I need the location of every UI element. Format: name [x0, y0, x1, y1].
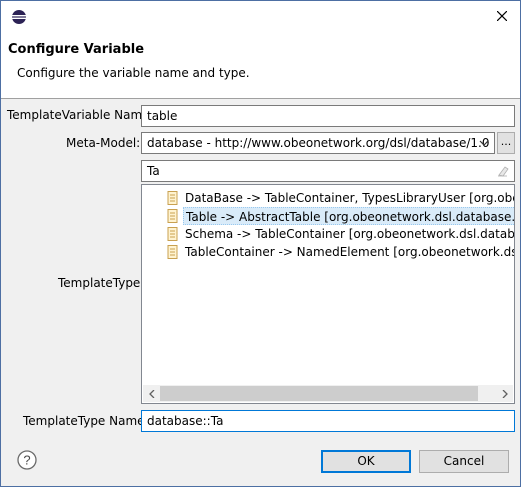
scroll-left-icon[interactable] — [145, 387, 158, 400]
class-icon — [167, 245, 178, 259]
template-type-name-input[interactable]: database::Ta — [141, 410, 515, 432]
header-banner: Configure Variable Configure the variabl… — [1, 31, 520, 99]
template-type-label: TemplateType: — [58, 276, 145, 290]
class-icon — [167, 209, 178, 223]
configure-variable-dialog: Configure Variable Configure the variabl… — [0, 0, 521, 487]
meta-model-label: Meta-Model: — [66, 136, 141, 150]
meta-model-value: database - http://www.obeonetwork.org/ds… — [147, 136, 490, 150]
title-bar — [1, 1, 520, 31]
horizontal-scrollbar[interactable] — [143, 385, 513, 402]
clear-icon[interactable] — [496, 164, 510, 178]
template-type-name-label: TemplateType Name: — [23, 414, 149, 428]
list-item[interactable]: DataBase -> TableContainer, TypesLibrary… — [183, 189, 514, 207]
meta-model-select[interactable]: database - http://www.obeonetwork.org/ds… — [141, 132, 495, 154]
variable-name-label: TemplateVariable Name: — [7, 108, 154, 122]
cancel-button[interactable]: Cancel — [419, 450, 509, 473]
help-icon[interactable]: ? — [17, 450, 37, 470]
type-filter-input[interactable]: Ta — [141, 160, 515, 182]
scroll-right-icon[interactable] — [498, 387, 511, 400]
close-icon — [497, 11, 507, 21]
svg-text:?: ? — [23, 453, 30, 468]
close-button[interactable] — [492, 6, 512, 26]
meta-model-browse-button[interactable]: ... — [497, 132, 515, 154]
chevron-down-icon — [479, 140, 489, 146]
list-item[interactable]: Schema -> TableContainer [org.obeonetwor… — [183, 225, 514, 243]
ok-button[interactable]: OK — [321, 450, 411, 473]
list-item[interactable]: TableContainer -> NamedElement [org.obeo… — [183, 243, 514, 261]
class-icon — [167, 191, 178, 205]
eclipse-icon — [12, 10, 26, 24]
variable-name-input[interactable]: table — [141, 105, 515, 127]
type-filter-value: Ta — [147, 164, 160, 178]
list-item[interactable]: Table -> AbstractTable [org.obeonetwork.… — [183, 207, 514, 225]
template-type-list[interactable]: DataBase -> TableContainer, TypesLibrary… — [141, 184, 515, 404]
class-icon — [167, 227, 178, 241]
dialog-description: Configure the variable name and type. — [17, 66, 250, 80]
dialog-title: Configure Variable — [8, 42, 145, 57]
scrollbar-thumb[interactable] — [160, 386, 478, 401]
